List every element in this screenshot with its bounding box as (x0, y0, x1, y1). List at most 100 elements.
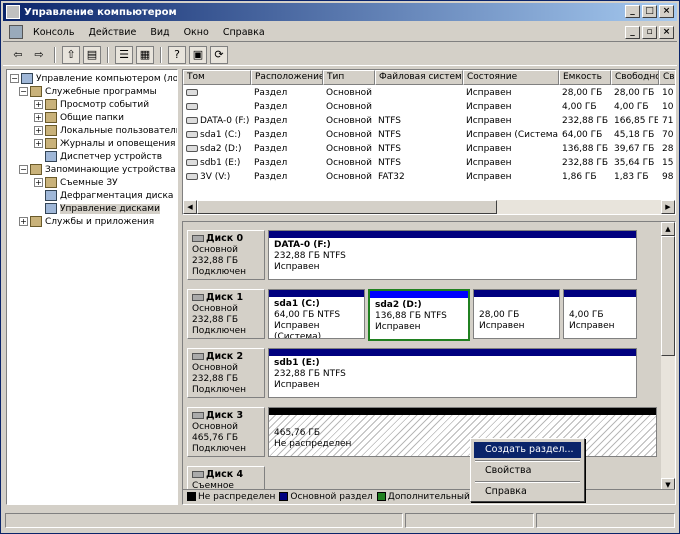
column-header-volume[interactable]: Том (183, 70, 251, 85)
volume-row-name[interactable] (186, 100, 250, 114)
partition-4gb[interactable]: 4,00 ГБ Исправен (563, 289, 637, 339)
properties-icon[interactable]: ☰ (115, 45, 133, 64)
column-header-capacity[interactable]: Емкость (559, 70, 611, 85)
column-header-free[interactable]: Свободно (611, 70, 659, 85)
table-cell: Основной (326, 116, 372, 126)
table-cell: NTFS (378, 130, 401, 140)
window-title: Управление компьютером (24, 6, 177, 18)
volume-row-name[interactable]: DATA-0 (F:) (186, 114, 250, 128)
column-header-status[interactable]: Состояние (463, 70, 559, 85)
partition-sda1[interactable]: sda1 (C:) 64,00 ГБ NTFS Исправен (Система) (268, 289, 365, 339)
minimize-button[interactable]: _ (625, 5, 640, 18)
partition-28gb[interactable]: 28,00 ГБ Исправен (473, 289, 560, 339)
table-cell: Основной (326, 158, 372, 168)
close-button[interactable]: × (659, 5, 674, 18)
tree-item-event-viewer[interactable]: + Просмотр событий (34, 98, 149, 111)
legend: Не распределен Основной раздел Дополните… (183, 489, 675, 504)
title-bar[interactable]: Управление компьютером _ □ × (3, 3, 677, 21)
tree-item-disk-management[interactable]: Управление дисками (45, 202, 160, 215)
menu-bar: Консоль Действие Вид Окно Справка _ ▫ × (3, 23, 677, 42)
child-restore-button[interactable]: ▫ (642, 26, 657, 39)
tree-item-shared-folders[interactable]: + Общие папки (34, 111, 124, 124)
disk-1-label[interactable]: Диск 1 Основной 232,88 ГБ Подключен (187, 289, 265, 339)
menu-item-create-partition[interactable]: Создать раздел... (474, 442, 581, 458)
refresh-icon[interactable]: ⟳ (210, 45, 228, 64)
volume-row-name[interactable] (186, 86, 250, 100)
partition-sda2[interactable]: sda2 (D:) 136,88 ГБ NTFS Исправен (368, 289, 470, 341)
tree-item-storage[interactable]: − Запоминающие устройства (19, 163, 176, 176)
volume-list: Том Расположение Тип Файловая система Со… (182, 69, 676, 215)
volume-row-name[interactable]: sda1 (C:) (186, 128, 250, 142)
tree-item-services-apps[interactable]: + Службы и приложения (19, 215, 154, 228)
disk-icon (192, 235, 204, 242)
column-header-layout[interactable]: Расположение (251, 70, 323, 85)
tree-item-root[interactable]: −Управление компьютером (локаль (10, 72, 177, 85)
status-pane-3 (535, 513, 676, 528)
tree-item-removable-storage[interactable]: + Съемные ЗУ (34, 176, 118, 189)
column-header-filesystem[interactable]: Файловая система (375, 70, 463, 85)
tools-icon (30, 86, 42, 97)
storage-icon (30, 164, 42, 175)
defrag-icon (45, 190, 57, 201)
up-level-icon[interactable]: ⇧ (62, 45, 80, 64)
table-cell: Исправен (466, 144, 512, 154)
tree-item-system-tools[interactable]: − Служебные программы (19, 85, 157, 98)
maximize-button[interactable]: □ (642, 5, 657, 18)
menu-help[interactable]: Справка (216, 27, 272, 38)
disk-view-vscrollbar[interactable]: ▲ ▼ (661, 222, 675, 492)
forward-icon[interactable]: ⇨ (30, 46, 48, 64)
table-cell (378, 86, 462, 100)
disk-settings-icon[interactable]: ▣ (189, 45, 207, 64)
column-header-percent-free[interactable]: Сво (659, 70, 675, 85)
menu-view[interactable]: Вид (143, 27, 176, 38)
export-icon[interactable]: ▦ (136, 45, 154, 64)
menu-console[interactable]: Консоль (26, 27, 81, 38)
table-cell: 28,00 ГБ (562, 88, 603, 98)
tree-item-defrag[interactable]: Дефрагментация диска (45, 189, 173, 202)
column-header-type[interactable]: Тип (323, 70, 375, 85)
volume-row-name[interactable]: sda2 (D:) (186, 142, 250, 156)
vscroll-thumb[interactable] (661, 236, 675, 356)
partition-sdb1[interactable]: sdb1 (E:) 232,88 ГБ NTFS Исправен (268, 348, 637, 398)
table-cell: Раздел (254, 130, 288, 140)
table-cell: NTFS (378, 144, 401, 154)
table-cell: 4,00 ГБ (562, 102, 597, 112)
table-cell: Основной (326, 172, 372, 182)
tree-item-logs-alerts[interactable]: + Журналы и оповещения пр (34, 137, 177, 150)
partition-unallocated[interactable]: 465,76 ГБ Не распределен (268, 407, 657, 457)
help-icon[interactable]: ? (168, 45, 186, 64)
child-minimize-button[interactable]: _ (625, 26, 640, 39)
table-cell: 166,85 ГБ (614, 116, 658, 126)
menu-action[interactable]: Действие (81, 27, 143, 38)
show-tree-icon[interactable]: ▤ (83, 45, 101, 64)
menu-window[interactable]: Окно (177, 27, 216, 38)
volume-row-name[interactable]: 3V (V:) (186, 170, 250, 184)
tree-item-local-users[interactable]: + Локальные пользователи (34, 124, 177, 137)
partition-data-0[interactable]: DATA-0 (F:) 232,88 ГБ NTFS Исправен (268, 230, 637, 280)
scroll-left-button[interactable]: ◀ (183, 200, 197, 214)
disk-0-label[interactable]: Диск 0 Основной 232,88 ГБ Подключен (187, 230, 265, 280)
removable-disk-icon (192, 471, 204, 478)
disk-2-label[interactable]: Диск 2 Основной 232,88 ГБ Подключен (187, 348, 265, 398)
tree-item-device-manager[interactable]: Диспетчер устройств (45, 150, 162, 163)
volume-row-name[interactable]: sdb1 (E:) (186, 156, 250, 170)
scroll-right-button[interactable]: ▶ (661, 200, 675, 214)
disk-3-label[interactable]: Диск 3 Основной 465,76 ГБ Подключен (187, 407, 265, 457)
hscroll-thumb[interactable] (197, 200, 497, 214)
table-cell: Исправен (466, 88, 512, 98)
status-bar (3, 511, 677, 531)
menu-item-help[interactable]: Справка (474, 484, 581, 500)
table-cell: Исправен (466, 116, 512, 126)
table-cell: Раздел (254, 116, 288, 126)
child-close-button[interactable]: × (659, 26, 674, 39)
shared-folder-icon (45, 112, 57, 123)
volume-list-hscrollbar[interactable]: ◀ ▶ (183, 200, 675, 214)
menu-item-properties[interactable]: Свойства (474, 463, 581, 479)
table-cell: 1,86 ГБ (562, 172, 597, 182)
scroll-up-button[interactable]: ▲ (661, 222, 675, 236)
disk-icon (192, 412, 204, 419)
table-cell: 35,64 ГБ (614, 158, 655, 168)
table-cell: Исправен (466, 172, 512, 182)
table-cell: 232,88 ГБ (562, 116, 609, 126)
back-icon[interactable]: ⇦ (9, 46, 27, 64)
